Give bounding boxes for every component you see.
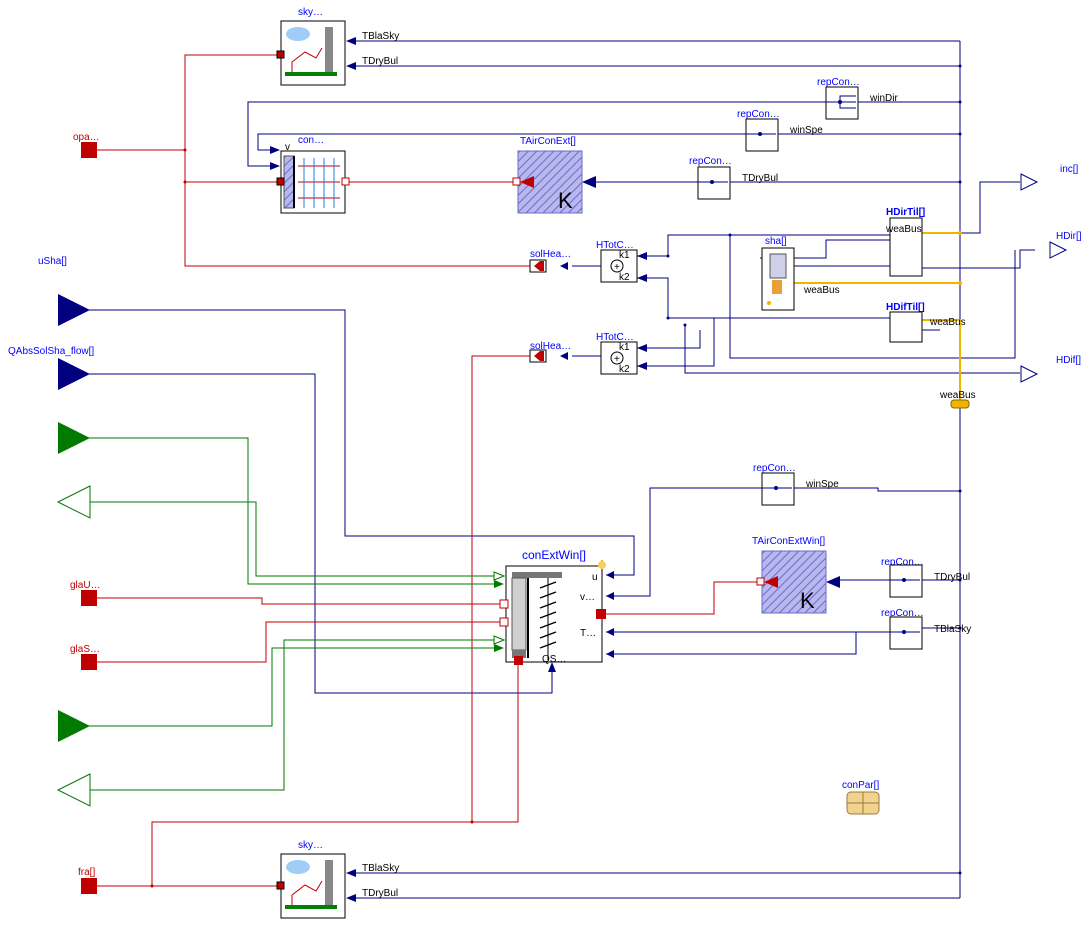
con-ext-win-block[interactable]: conExtWin[] u v… T… QS… (493, 548, 614, 672)
svg-text:v: v (285, 142, 290, 153)
svg-text:TDryBul: TDryBul (934, 572, 970, 583)
svg-text:weaBus: weaBus (803, 285, 840, 296)
svg-text:TBlaSky: TBlaSky (362, 863, 399, 874)
port-usha[interactable]: uSha[] (38, 256, 90, 326)
port-glas[interactable]: glaS… (70, 644, 100, 670)
htot-bottom[interactable]: HTotC… + k1 k2 (596, 332, 647, 375)
svg-text:HDifTil[]: HDifTil[] (886, 302, 925, 313)
rep-con-winspe-top[interactable]: repCon… winSpe (737, 109, 823, 152)
svg-text:opa…: opa… (73, 132, 100, 143)
svg-text:glaS…: glaS… (70, 644, 100, 655)
svg-text:k2: k2 (619, 272, 630, 283)
sol-hea-bottom[interactable]: solHea… (529, 341, 571, 363)
port-hdif[interactable]: HDif[] (1020, 355, 1081, 383)
port-real-output-2[interactable] (56, 773, 91, 807)
svg-text:repCon…: repCon… (689, 156, 732, 167)
svg-text:sky…: sky… (298, 840, 323, 851)
rep-con-windir[interactable]: repCon… winDir (817, 77, 898, 120)
sol-hea-top[interactable]: solHea… (529, 249, 571, 273)
tair-con-ext-block[interactable]: TAirConExt[] K (512, 136, 596, 214)
port-real-output-1[interactable] (56, 485, 91, 519)
svg-text:repCon…: repCon… (737, 109, 780, 120)
svg-text:T…: T… (580, 628, 596, 639)
svg-text:TDryBul: TDryBul (362, 888, 398, 899)
svg-text:HDirTil[]: HDirTil[] (886, 207, 925, 218)
svg-text:TDryBul: TDryBul (742, 173, 778, 184)
port-fra[interactable]: fra[] (78, 867, 97, 894)
svg-text:K: K (800, 588, 815, 613)
svg-text:repCon…: repCon… (817, 77, 860, 88)
svg-text:TBlaSky: TBlaSky (362, 31, 399, 42)
port-qabs-sol-sha-flow[interactable]: QAbsSolSha_flow[] (8, 346, 94, 390)
hdiftil-block[interactable]: HDifTil[] weaBus (886, 302, 966, 343)
svg-text:K: K (558, 188, 573, 213)
port-hdir[interactable]: HDir[] (1049, 231, 1082, 259)
diagram-canvas: opa… uSha[] QAbsSolSha_flow[] glaU… glaS… (8, 7, 1082, 919)
svg-text:solHea…: solHea… (530, 249, 571, 260)
svg-text:conPar[]: conPar[] (842, 780, 879, 791)
svg-text:fra[]: fra[] (78, 867, 95, 878)
svg-text:TAirConExt[]: TAirConExt[] (520, 136, 576, 147)
port-inc[interactable]: inc[] (1020, 164, 1079, 191)
svg-text:QAbsSolSha_flow[]: QAbsSolSha_flow[] (8, 346, 94, 357)
svg-text:winSpe: winSpe (805, 479, 839, 490)
svg-text:QS…: QS… (542, 654, 566, 665)
svg-text:weaBus: weaBus (885, 224, 922, 235)
svg-text:k2: k2 (619, 364, 630, 375)
con-block[interactable]: con… v (270, 135, 350, 214)
port-real-input-1[interactable] (58, 422, 90, 454)
rep-con-winspe-bottom[interactable]: repCon… winSpe (753, 463, 839, 506)
svg-text:TBlaSky: TBlaSky (934, 624, 971, 635)
sky-block-bottom[interactable]: sky… TBlaSky TDryBul (276, 840, 399, 919)
sha-block[interactable]: sha[] weaBus (761, 236, 840, 311)
svg-text:HDif[]: HDif[] (1056, 355, 1081, 366)
rep-con-tdrybul-bottom[interactable]: repCon… TDryBul (881, 557, 970, 598)
svg-text:weaBus: weaBus (929, 317, 966, 328)
port-opa[interactable]: opa… (73, 132, 100, 158)
tair-con-ext-win-block[interactable]: TAirConExtWin[] K (752, 536, 840, 614)
svg-text:k1: k1 (619, 250, 630, 261)
svg-text:v…: v… (580, 592, 595, 603)
rep-con-tdrybul-top[interactable]: repCon… TDryBul (689, 156, 778, 200)
svg-text:inc[]: inc[] (1060, 164, 1079, 175)
hdirtil-block[interactable]: HDirTil[] weaBus (885, 207, 925, 277)
svg-text:winDir: winDir (869, 93, 898, 104)
svg-text:weaBus: weaBus (939, 390, 976, 401)
svg-text:winSpe: winSpe (789, 125, 823, 136)
svg-text:k1: k1 (619, 342, 630, 353)
svg-text:con…: con… (298, 135, 324, 146)
htot-top[interactable]: HTotC… + k1 k2 (596, 240, 647, 283)
svg-text:TDryBul: TDryBul (362, 56, 398, 67)
svg-text:repCon…: repCon… (753, 463, 796, 474)
sky-block-top[interactable]: sky… TBlaSky TDryBul (276, 7, 399, 86)
svg-text:uSha[]: uSha[] (38, 256, 67, 267)
port-real-input-2[interactable] (58, 710, 90, 742)
svg-text:u: u (592, 572, 598, 583)
svg-text:conExtWin[]: conExtWin[] (522, 548, 586, 562)
con-par-record[interactable]: conPar[] (842, 780, 880, 815)
svg-text:HDir[]: HDir[] (1056, 231, 1082, 242)
svg-text:glaU…: glaU… (70, 580, 101, 591)
svg-text:sky…: sky… (298, 7, 323, 18)
svg-text:TAirConExtWin[]: TAirConExtWin[] (752, 536, 825, 547)
svg-text:sha[]: sha[] (765, 236, 787, 247)
port-glau[interactable]: glaU… (70, 580, 101, 606)
weabus-connector[interactable]: weaBus (939, 390, 976, 409)
